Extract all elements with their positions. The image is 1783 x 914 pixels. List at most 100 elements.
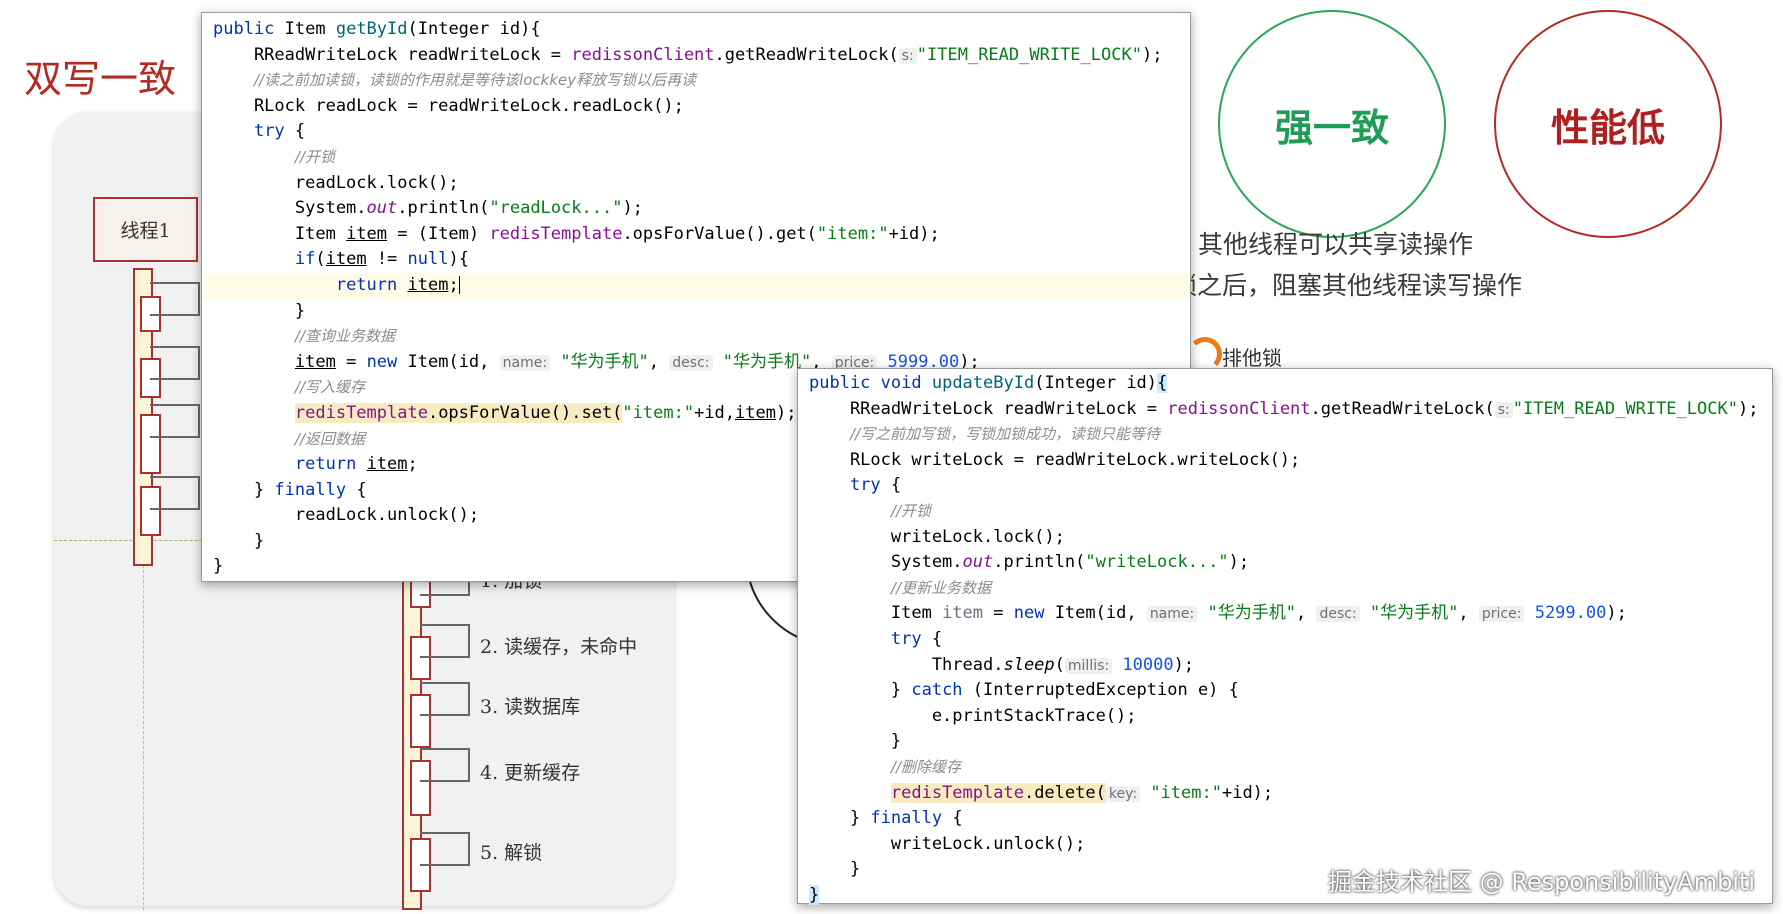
code-token: return — [294, 454, 357, 475]
code-token: { — [284, 121, 306, 142]
code-token: catch — [911, 680, 963, 701]
code-token: +id); — [888, 223, 940, 244]
code-token: ( — [315, 249, 326, 270]
write-code-window[interactable]: public void updateById(Integer id){ RRea… — [797, 368, 1773, 905]
code-token: Item(id, — [1044, 603, 1147, 624]
exclusive-lock-label: 排他锁 — [1222, 346, 1282, 370]
code-line: readLock.lock(); — [213, 172, 459, 193]
code-line: writeLock.lock(); — [809, 526, 1065, 547]
low-performance-badge: 性能低 — [1494, 10, 1722, 238]
code-token: (InterruptedException e) { — [962, 680, 1239, 701]
code-token: "ITEM_READ_WRITE_LOCK" — [1512, 398, 1738, 419]
code-token: { — [921, 628, 943, 649]
code-token: try — [890, 628, 922, 649]
code-token: ); — [775, 402, 797, 423]
code-token: != — [366, 249, 408, 270]
thread1-loop-3 — [150, 404, 200, 438]
step-label-2: 2. 读缓存，未命中 — [480, 636, 638, 658]
code-token: = — [983, 603, 1014, 624]
thread1-box: 线程1 — [93, 197, 198, 262]
code-token: ); — [1173, 654, 1195, 675]
step-label-5: 5. 解锁 — [480, 842, 543, 864]
code-token: "readLock..." — [489, 198, 623, 219]
code-token: ; — [407, 454, 418, 475]
code-token: 10000 — [1122, 654, 1174, 675]
code-token: ); — [622, 198, 643, 219]
code-token: 5299.00 — [1534, 603, 1607, 624]
text-caret — [458, 275, 460, 294]
code-token: = — [335, 351, 367, 372]
param-hint: s: — [1494, 401, 1513, 418]
code-token: redisTemplate — [294, 402, 428, 423]
method-name: updateById — [931, 373, 1035, 393]
param-hint: desc: — [1316, 606, 1360, 623]
method-name: getById — [335, 19, 408, 39]
thread2-loop-2 — [420, 624, 470, 658]
code-token: (Integer id) — [1034, 373, 1158, 393]
slide-title: 双写一致 — [24, 57, 177, 101]
param-hint: millis: — [1064, 657, 1113, 674]
code-token: } — [809, 680, 912, 701]
param-hint: desc: — [669, 354, 713, 371]
code-token: System. — [809, 552, 963, 573]
code-comment: //开锁 — [294, 147, 335, 166]
thread1-loop-1 — [150, 282, 200, 316]
code-comment: //写入缓存 — [294, 378, 365, 397]
step-label-3: 3. 读数据库 — [480, 696, 581, 718]
code-token: .println( — [397, 198, 490, 219]
step-label-4: 4. 更新缓存 — [480, 762, 581, 784]
code-token: ; — [448, 274, 459, 295]
code-token: } — [809, 884, 820, 905]
watermark: 掘金技术社区 @ ResponsibilityAmbiti — [1328, 868, 1756, 896]
thread2-loop-5 — [420, 832, 470, 866]
code-token: try — [849, 475, 881, 496]
code-line: writeLock.unlock(); — [809, 833, 1086, 854]
thread1-loop-2 — [150, 346, 200, 380]
code-token: new — [1013, 603, 1045, 624]
code-token: +id, — [694, 402, 736, 423]
code-token: ); — [1141, 44, 1163, 65]
code-token: item — [735, 402, 776, 423]
code-token: System. — [213, 198, 367, 219]
param-hint: name: — [499, 354, 551, 371]
code-token: item — [942, 603, 984, 624]
code-token: "writeLock..." — [1085, 552, 1229, 573]
code-comment: //开锁 — [890, 501, 931, 520]
code-token: "item:" — [622, 402, 695, 423]
code-token: item — [325, 249, 367, 270]
thread2-loop-4 — [420, 748, 470, 782]
strong-consistency-badge: 强一致 — [1218, 10, 1446, 238]
code-token: Item — [213, 223, 347, 244]
code-token: { — [1157, 373, 1168, 393]
code-token: .delete( — [1023, 782, 1106, 803]
code-token: item — [294, 351, 336, 372]
code-token: item — [366, 454, 408, 475]
code-token: if — [294, 249, 316, 270]
code-token: = (Item) — [387, 223, 490, 244]
code-token: public void — [809, 373, 922, 393]
code-token: "ITEM_READ_WRITE_LOCK" — [916, 44, 1142, 65]
code-token: null — [407, 249, 449, 270]
code-token: redissonClient — [1167, 398, 1311, 419]
code-token: item — [407, 274, 449, 295]
code-token: redisTemplate — [890, 782, 1024, 803]
code-token: Item — [809, 603, 943, 624]
code-token: ( — [1054, 654, 1065, 675]
code-token: { — [942, 808, 963, 829]
code-token: try — [253, 121, 285, 142]
code-line: e.printStackTrace(); — [809, 705, 1137, 726]
code-token: .getReadWriteLock( — [1310, 398, 1495, 419]
code-token: sleep — [1003, 654, 1055, 675]
note-shared-read: 其他线程可以共享读操作 — [1198, 230, 1474, 259]
code-token: finally — [870, 808, 943, 829]
param-hint: s: — [898, 47, 917, 64]
code-token: "华为手机" — [1207, 603, 1296, 624]
code-token: item — [346, 223, 388, 244]
code-comment: //读之前加读锁，读锁的作用就是等待该lockkey释放写锁以后再读 — [253, 71, 697, 90]
code-token: +id); — [1221, 782, 1274, 803]
code-token: Thread. — [809, 654, 1004, 675]
code-token: .println( — [993, 552, 1086, 573]
code-comment: //写之前加写锁，写锁加锁成功，读锁只能等待 — [849, 425, 1161, 444]
code-token: redisTemplate — [489, 223, 623, 244]
code-token: ); — [1606, 603, 1627, 624]
